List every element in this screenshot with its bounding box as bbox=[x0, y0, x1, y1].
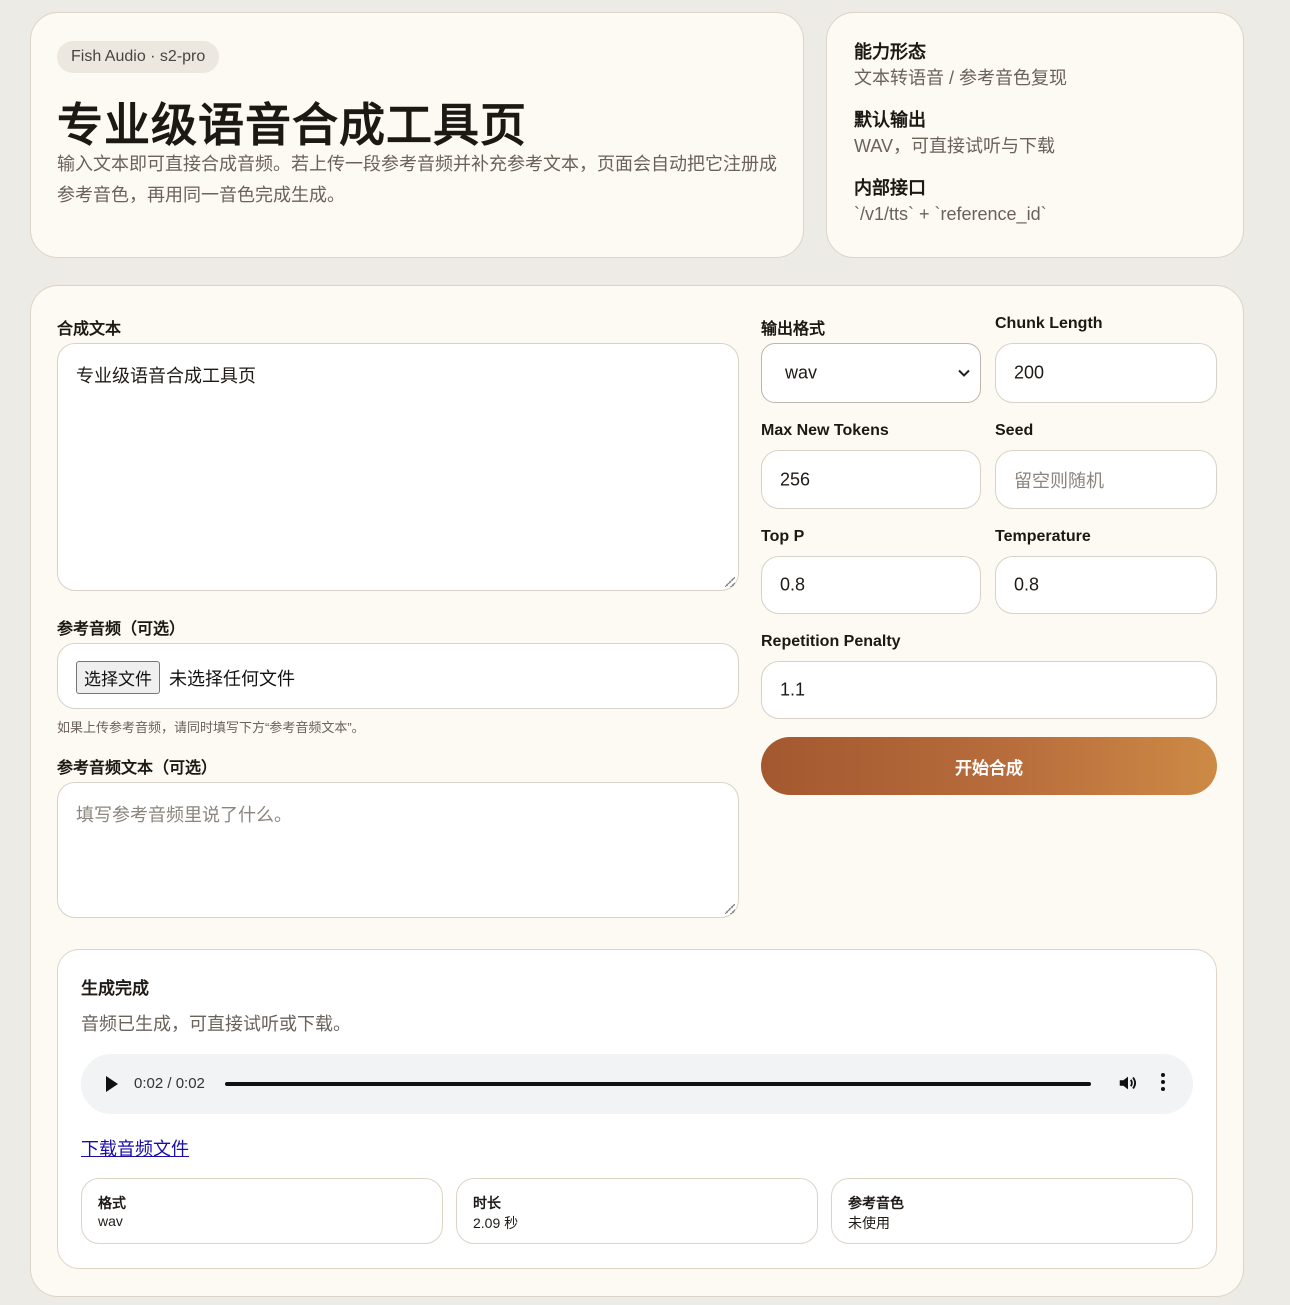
volume-icon[interactable] bbox=[1117, 1072, 1139, 1094]
max-tokens-input[interactable]: 256 bbox=[761, 450, 981, 509]
stat-value: 2.09 秒 bbox=[473, 1215, 519, 1231]
ref-audio-label: 参考音频（可选） bbox=[57, 621, 186, 638]
play-icon[interactable] bbox=[106, 1076, 118, 1092]
ref-audio-hint: 如果上传参考音频，请同时填写下方“参考音频文本”。 bbox=[57, 720, 365, 735]
info-card: 能力形态 文本转语音 / 参考音色复现 默认输出 WAV，可直接试听与下载 内部… bbox=[826, 12, 1244, 258]
repetition-penalty-value: 1.1 bbox=[780, 679, 806, 700]
ref-audio-file-input[interactable]: 选择文件 未选择任何文件 bbox=[57, 643, 739, 709]
stat-label: 时长 bbox=[473, 1195, 501, 1211]
ref-text-label: 参考音频文本（可选） bbox=[57, 760, 218, 777]
info-label: 默认输出 bbox=[854, 110, 926, 130]
stat-label: 格式 bbox=[98, 1195, 126, 1211]
max-tokens-value: 256 bbox=[780, 469, 811, 489]
info-value: WAV，可直接试听与下载 bbox=[854, 136, 1055, 156]
stat-label: 参考音色 bbox=[848, 1195, 904, 1211]
seed-label: Seed bbox=[995, 422, 1034, 439]
top-p-value: 0.8 bbox=[780, 574, 806, 595]
synthesis-form-card: 合成文本 专业级语音合成工具页 参考音频（可选） 选择文件 未选择任何文件 如果… bbox=[30, 285, 1244, 1297]
chunk-length-label: Chunk Length bbox=[995, 315, 1103, 332]
info-label: 能力形态 bbox=[854, 42, 926, 62]
text-input[interactable]: 专业级语音合成工具页 bbox=[57, 343, 739, 591]
player-time: 0:02 / 0:02 bbox=[134, 1075, 205, 1092]
repetition-penalty-input[interactable]: 1.1 bbox=[761, 661, 1217, 719]
temperature-value: 0.8 bbox=[1014, 574, 1040, 595]
info-item-api: 内部接口 `/v1/tts` + `reference_id` bbox=[854, 175, 1047, 227]
stat-card-reference: 参考音色 未使用 bbox=[831, 1178, 1193, 1244]
top-p-input[interactable]: 0.8 bbox=[761, 556, 981, 614]
page-title: 专业级语音合成工具页 bbox=[57, 99, 527, 151]
chevron-down-icon bbox=[958, 366, 970, 381]
temperature-label: Temperature bbox=[995, 528, 1091, 545]
info-value: 文本转语音 / 参考音色复现 bbox=[854, 68, 1068, 88]
download-link[interactable]: 下载音频文件 bbox=[81, 1135, 189, 1161]
audio-player[interactable]: 0:02 / 0:02 bbox=[81, 1054, 1193, 1114]
text-input-value: 专业级语音合成工具页 bbox=[76, 366, 256, 386]
stat-card-duration: 时长 2.09 秒 bbox=[456, 1178, 818, 1244]
info-item-capability: 能力形态 文本转语音 / 参考音色复现 bbox=[854, 39, 1067, 91]
ref-text-placeholder: 填写参考音频里说了什么。 bbox=[76, 805, 292, 825]
result-title: 生成完成 bbox=[81, 979, 149, 998]
start-synthesis-button[interactable]: 开始合成 bbox=[761, 737, 1217, 795]
seed-input[interactable]: 留空则随机 bbox=[995, 450, 1217, 509]
max-tokens-label: Max New Tokens bbox=[761, 422, 889, 439]
stat-value: wav bbox=[98, 1213, 123, 1229]
info-value: `/v1/tts` + `reference_id` bbox=[854, 204, 1047, 224]
stat-value: 未使用 bbox=[848, 1215, 890, 1231]
text-label: 合成文本 bbox=[57, 321, 122, 338]
more-options-icon[interactable] bbox=[1161, 1073, 1167, 1095]
top-p-label: Top P bbox=[761, 528, 805, 545]
hero-card: Fish Audio · s2-pro 专业级语音合成工具页 输入文本即可直接合… bbox=[30, 12, 804, 258]
player-progress-bar[interactable] bbox=[225, 1082, 1091, 1086]
format-label: 输出格式 bbox=[761, 321, 826, 338]
repetition-penalty-label: Repetition Penalty bbox=[761, 633, 901, 650]
format-select-value: wav bbox=[785, 362, 818, 383]
seed-placeholder: 留空则随机 bbox=[1014, 470, 1104, 491]
format-select[interactable]: wav bbox=[761, 343, 981, 403]
result-panel: 生成完成 音频已生成，可直接试听或下载。 0:02 / 0:02 下载音频文件 … bbox=[57, 949, 1217, 1269]
info-item-output: 默认输出 WAV，可直接试听与下载 bbox=[854, 107, 1055, 159]
result-description: 音频已生成，可直接试听或下载。 bbox=[81, 1014, 351, 1034]
page-description: 输入文本即可直接合成音频。若上传一段参考音频并补充参考文本，页面会自动把它注册成… bbox=[57, 154, 777, 205]
model-badge: Fish Audio · s2-pro bbox=[57, 41, 220, 73]
temperature-input[interactable]: 0.8 bbox=[995, 556, 1217, 614]
chunk-length-input[interactable]: 200 bbox=[995, 343, 1217, 403]
ref-text-input[interactable]: 填写参考音频里说了什么。 bbox=[57, 782, 739, 918]
file-status: 未选择任何文件 bbox=[169, 669, 295, 689]
info-label: 内部接口 bbox=[854, 178, 926, 198]
stat-card-format: 格式 wav bbox=[81, 1178, 443, 1244]
resize-handle-icon[interactable] bbox=[725, 577, 735, 587]
chunk-length-value: 200 bbox=[1014, 362, 1045, 383]
choose-file-button[interactable]: 选择文件 bbox=[76, 661, 160, 694]
resize-handle-icon[interactable] bbox=[725, 904, 735, 914]
